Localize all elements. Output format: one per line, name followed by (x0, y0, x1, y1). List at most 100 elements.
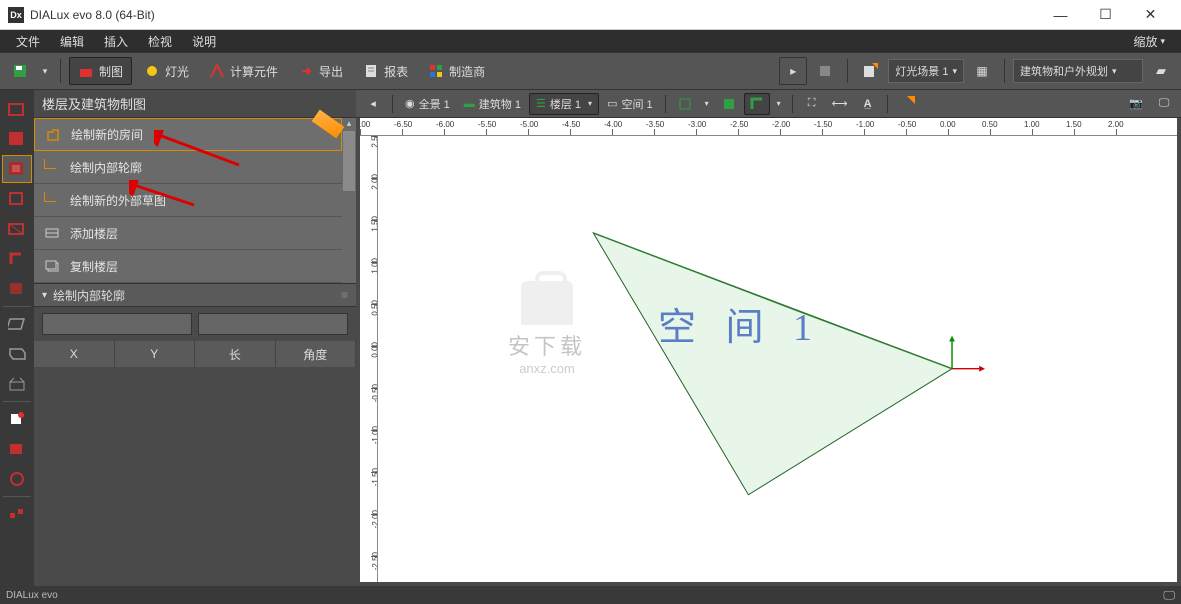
col-x[interactable]: X (34, 341, 115, 367)
camera-icon: 📷 (1129, 97, 1143, 110)
rail-btn-1[interactable] (2, 95, 32, 123)
canvas-area: ◂ ◉全景 1 ▬建筑物 1 ☰楼层 1▾ ▭空间 1 ▾ ▾ ⛶ ⟷ A̲ 📷… (356, 90, 1181, 586)
side-subheader[interactable]: ▾绘制内部轮廓≡ (34, 283, 356, 307)
minimize-button[interactable]: — (1038, 1, 1083, 29)
side-item-inner-contour[interactable]: 绘制内部轮廓 (34, 151, 342, 184)
side-item-label: 绘制内部轮廓 (70, 159, 142, 176)
grid-icon (428, 63, 444, 79)
side-item-add-floor[interactable]: 添加楼层 (34, 217, 342, 250)
menu-edit[interactable]: 编辑 (50, 30, 94, 52)
mode-manufacturer[interactable]: 制造商 (420, 57, 493, 85)
cad-icon: ▰ (1156, 63, 1166, 79)
rail-btn-14[interactable] (2, 500, 32, 528)
rail-btn-6[interactable] (2, 245, 32, 273)
side-item-label: 复制楼层 (70, 258, 118, 275)
mode-draw[interactable]: 制图 (69, 57, 132, 85)
menu-insert[interactable]: 插入 (94, 30, 138, 52)
menu-view[interactable]: 检视 (138, 30, 182, 52)
view3d-1b[interactable]: ▾ (700, 93, 714, 115)
save-icon (12, 63, 28, 79)
text-button[interactable]: A̲ (855, 93, 881, 115)
save-button[interactable] (6, 57, 34, 85)
app-logo: Dx (8, 7, 24, 23)
stop-button[interactable] (811, 57, 839, 85)
side-scrollbar[interactable]: ▴ (342, 118, 356, 283)
side-item-new-room[interactable]: 绘制新的房间 (34, 118, 342, 151)
room-view-icon: ▭ (607, 97, 617, 110)
search-box-2[interactable] (198, 313, 348, 335)
stop-icon (820, 66, 830, 76)
floor-icon (44, 225, 60, 241)
table-header: X Y 长 角度 (34, 341, 356, 367)
room-icon (45, 127, 61, 143)
side-item-copy-floor[interactable]: 复制楼层 (34, 250, 342, 283)
close-button[interactable]: ✕ (1128, 1, 1173, 29)
rail-btn-8[interactable] (2, 310, 32, 338)
measure-button[interactable]: ⟷ (827, 93, 853, 115)
rail-btn-9[interactable] (2, 340, 32, 368)
viewport[interactable]: 安下载 anxz.com 空 间 1 (378, 136, 1177, 582)
col-y[interactable]: Y (115, 341, 196, 367)
side-item-outer-sketch[interactable]: 绘制新的外部草图 (34, 184, 342, 217)
menu-zoom[interactable]: 缩放 ▾ (1123, 30, 1175, 52)
mode-light[interactable]: 灯光 (136, 57, 197, 85)
status-icon[interactable]: 🖵 (1163, 588, 1175, 603)
menu-help[interactable]: 说明 (182, 30, 226, 52)
sphere-icon: ◉ (405, 97, 415, 110)
lock-icon (521, 281, 573, 325)
status-bar: DIALux evo 🖵 (0, 586, 1181, 604)
view3d-3b[interactable]: ▾ (772, 93, 786, 115)
chevron-left-icon: ◂ (370, 97, 376, 110)
rail-btn-4[interactable] (2, 185, 32, 213)
view3d-1[interactable] (672, 93, 698, 115)
play-button[interactable]: ▸ (779, 57, 807, 85)
col-length[interactable]: 长 (195, 341, 276, 367)
view-building[interactable]: ▬建筑物 1 (458, 93, 527, 115)
view-prev-button[interactable]: ◂ (360, 93, 386, 115)
display-button[interactable]: 🖵 (1151, 93, 1177, 115)
view3d-2[interactable] (716, 93, 742, 115)
camera-button[interactable]: 📷 (1123, 93, 1149, 115)
side-panel: 楼层及建筑物制图 绘制新的房间 绘制内部轮廓 绘制新的外部草图 (34, 90, 356, 586)
view-panorama[interactable]: ◉全景 1 (399, 93, 456, 115)
side-item-label: 绘制新的外部草图 (70, 192, 166, 209)
grip-icon[interactable]: ≡ (341, 288, 348, 302)
ruler-vertical: 2.502.001.501.000.500.00-0.50-1.00-1.50-… (360, 136, 378, 582)
rail-btn-2[interactable] (2, 125, 32, 153)
rail-btn-7[interactable] (2, 275, 32, 303)
plan-extra-button[interactable]: ▰ (1147, 57, 1175, 85)
fit-button[interactable]: ⛶ (799, 93, 825, 115)
mode-calc[interactable]: 计算元件 (201, 57, 286, 85)
table-body (34, 367, 356, 447)
maximize-button[interactable]: ☐ (1083, 1, 1128, 29)
room-label: 空 间 1 (658, 296, 822, 351)
view3d-3[interactable] (744, 93, 770, 115)
play-icon: ▸ (790, 64, 796, 78)
mode-report[interactable]: 报表 (355, 57, 416, 85)
rail-btn-3[interactable] (2, 155, 32, 183)
search-box-1[interactable] (42, 313, 192, 335)
col-angle[interactable]: 角度 (276, 341, 357, 367)
view-floor[interactable]: ☰楼层 1▾ (529, 93, 599, 115)
mode-export[interactable]: 导出 (290, 57, 351, 85)
main-toolbar: ▾ 制图 灯光 计算元件 导出 报表 制造商 ▸ 灯光场景 1▾ ▦ 建筑物和户… (0, 52, 1181, 90)
menu-file[interactable]: 文件 (6, 30, 50, 52)
save-dropdown[interactable]: ▾ (38, 57, 52, 85)
scene-dropdown[interactable]: 灯光场景 1▾ (888, 59, 964, 83)
scene-delete-button[interactable]: ▦ (968, 57, 996, 85)
plan-dropdown[interactable]: 建筑物和户外规划▾ (1013, 59, 1143, 83)
new-icon (862, 63, 878, 79)
new-scene-button[interactable] (856, 57, 884, 85)
rail-btn-12[interactable] (2, 435, 32, 463)
view-room[interactable]: ▭空间 1 (601, 93, 659, 115)
rail-btn-11[interactable] (2, 405, 32, 433)
new-view-button[interactable] (894, 93, 920, 115)
text-icon: A̲ (864, 98, 872, 110)
fit-icon: ⛶ (808, 97, 816, 110)
rail-btn-5[interactable] (2, 215, 32, 243)
rail-btn-13[interactable] (2, 465, 32, 493)
delete-icon: ▦ (976, 64, 987, 78)
side-panel-title: 楼层及建筑物制图 (34, 90, 356, 118)
light-icon (144, 63, 160, 79)
rail-btn-10[interactable] (2, 370, 32, 398)
